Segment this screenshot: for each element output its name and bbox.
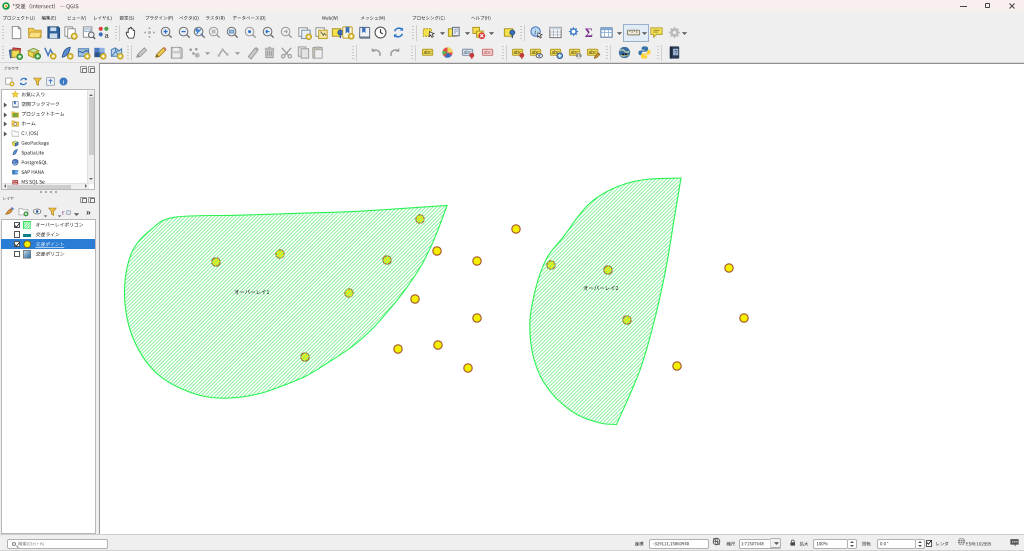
svg-text:Σ: Σ	[585, 26, 593, 40]
svg-text:abc: abc	[483, 50, 492, 56]
svg-text:ε: ε	[61, 209, 64, 216]
svg-text:i: i	[534, 27, 536, 36]
svg-text:abc: abc	[423, 50, 432, 56]
svg-text:i: i	[62, 79, 64, 86]
svg-text:SAP: SAP	[14, 170, 19, 174]
svg-text:a: a	[105, 31, 110, 40]
